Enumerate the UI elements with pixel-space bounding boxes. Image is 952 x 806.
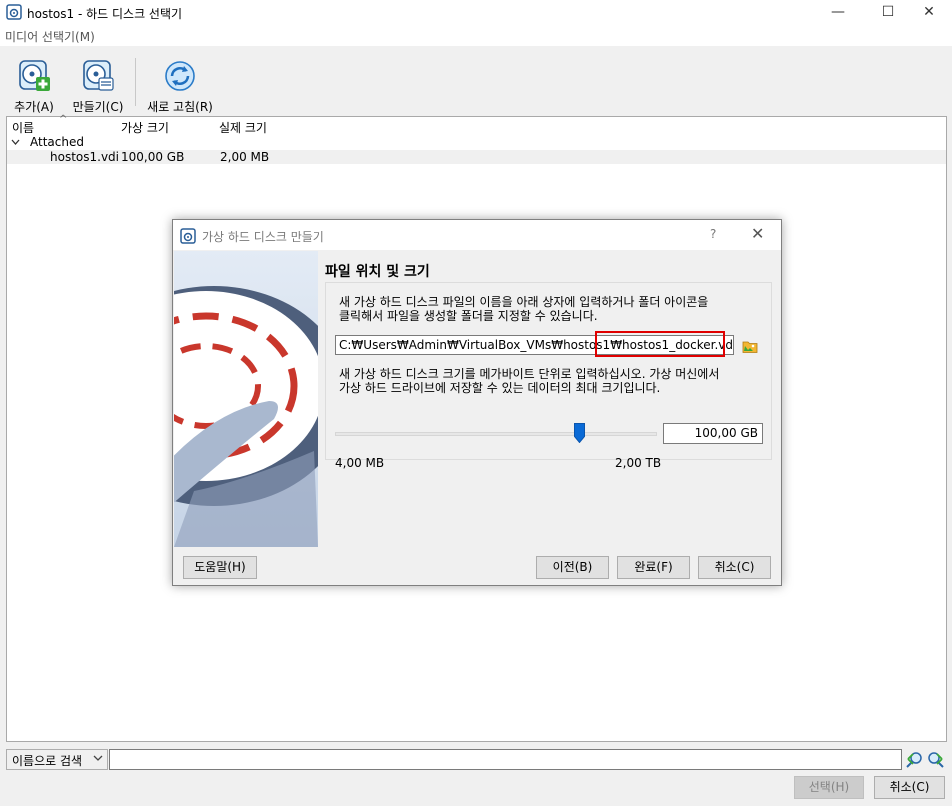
maximize-button[interactable]: ☐: [865, 0, 911, 26]
virtualbox-disk-icon: [180, 228, 196, 244]
chevron-down-icon: [93, 755, 103, 761]
create-virtual-disk-dialog: 가상 하드 디스크 만들기 ? ✕ 파일 위치 및 크기 새 가상 하드 디스크…: [172, 219, 782, 586]
refresh-button[interactable]: 새로 고침(R): [143, 58, 217, 114]
refresh-button-label: 새로 고침(R): [147, 100, 213, 114]
dialog-help-button[interactable]: ?: [710, 227, 716, 241]
sort-ascending-icon: ^: [59, 114, 68, 125]
dialog-title: 가상 하드 디스크 만들기: [202, 230, 324, 244]
location-description-line2: 클릭해서 파일을 생성할 폴더를 지정할 수 있습니다.: [339, 309, 598, 323]
file-location-and-size-group: 새 가상 하드 디스크 파일의 이름을 아래 상자에 입력하거나 폴더 아이콘을…: [325, 282, 772, 470]
virtualbox-disk-icon: [6, 4, 22, 20]
size-input[interactable]: 100,00 GB: [663, 423, 763, 444]
add-button[interactable]: 추가(A): [10, 58, 58, 114]
dialog-cancel-button[interactable]: 취소(C): [698, 556, 771, 579]
column-header-actual-size[interactable]: 실제 크기: [219, 119, 267, 136]
highlight-annotation-box: [595, 331, 725, 357]
slider-min-label: 4,00 MB: [335, 456, 385, 470]
size-slider-thumb[interactable]: [574, 423, 586, 443]
column-header-virtual-size[interactable]: 가상 크기: [121, 119, 169, 136]
chevron-down-icon[interactable]: [11, 139, 20, 146]
column-header-name[interactable]: 이름: [12, 119, 34, 136]
row-actual-size: 2,00 MB: [220, 150, 270, 164]
hard-disk-illustration: [174, 251, 318, 547]
row-virtual-size: 100,00 GB: [121, 150, 185, 164]
cancel-button[interactable]: 취소(C): [874, 776, 945, 799]
size-description-line1: 새 가상 하드 디스크 크기를 메가바이트 단위로 입력하십시오. 가상 머신에…: [339, 367, 720, 381]
search-mode-select[interactable]: 이름으로 검색: [6, 749, 108, 770]
table-row[interactable]: hostos1.vdi 100,00 GB 2,00 MB: [7, 150, 946, 164]
search-mode-label: 이름으로 검색: [12, 754, 83, 768]
create-disk-icon: [83, 60, 114, 91]
add-button-label: 추가(A): [14, 100, 54, 114]
row-name: hostos1.vdi: [50, 150, 119, 164]
tree-group-attached[interactable]: Attached: [7, 135, 946, 150]
choose-button[interactable]: 선택(H): [794, 776, 864, 799]
slider-max-label: 2,00 TB: [615, 456, 662, 470]
group-label: Attached: [30, 135, 84, 149]
add-disk-icon: [19, 60, 50, 91]
search-input[interactable]: [109, 749, 902, 770]
size-description-line2: 가상 하드 드라이브에 저장할 수 있는 데이터의 최대 크기입니다.: [339, 381, 661, 395]
title-bar: hostos1 - 하드 디스크 선택기 — ☐ ✕: [0, 0, 952, 26]
help-button[interactable]: 도움말(H): [183, 556, 257, 579]
finish-button[interactable]: 완료(F): [617, 556, 690, 579]
create-button-label: 만들기(C): [72, 100, 124, 114]
search-next-icon[interactable]: [927, 751, 945, 769]
close-button[interactable]: ✕: [906, 0, 952, 26]
dialog-title-bar: 가상 하드 디스크 만들기 ? ✕: [173, 220, 781, 250]
toolbar: 추가(A) 만들기(C) 새로 고침(R): [0, 46, 952, 114]
location-description-line1: 새 가상 하드 디스크 파일의 이름을 아래 상자에 입력하거나 폴더 아이콘을: [339, 295, 709, 309]
back-button[interactable]: 이전(B): [536, 556, 609, 579]
dialog-close-button[interactable]: ✕: [751, 224, 764, 243]
folder-open-icon[interactable]: [742, 338, 758, 354]
toolbar-separator: [135, 58, 136, 106]
menu-bar: 미디어 선택기(M): [0, 26, 952, 46]
dialog-heading: 파일 위치 및 크기: [325, 264, 430, 280]
size-slider-track[interactable]: [335, 432, 657, 436]
create-button[interactable]: 만들기(C): [67, 58, 129, 114]
menu-media-selector[interactable]: 미디어 선택기(M): [5, 28, 95, 45]
window-title: hostos1 - 하드 디스크 선택기: [27, 7, 183, 21]
refresh-icon: [165, 61, 195, 91]
minimize-button[interactable]: —: [815, 0, 861, 26]
search-previous-icon[interactable]: [905, 751, 923, 769]
